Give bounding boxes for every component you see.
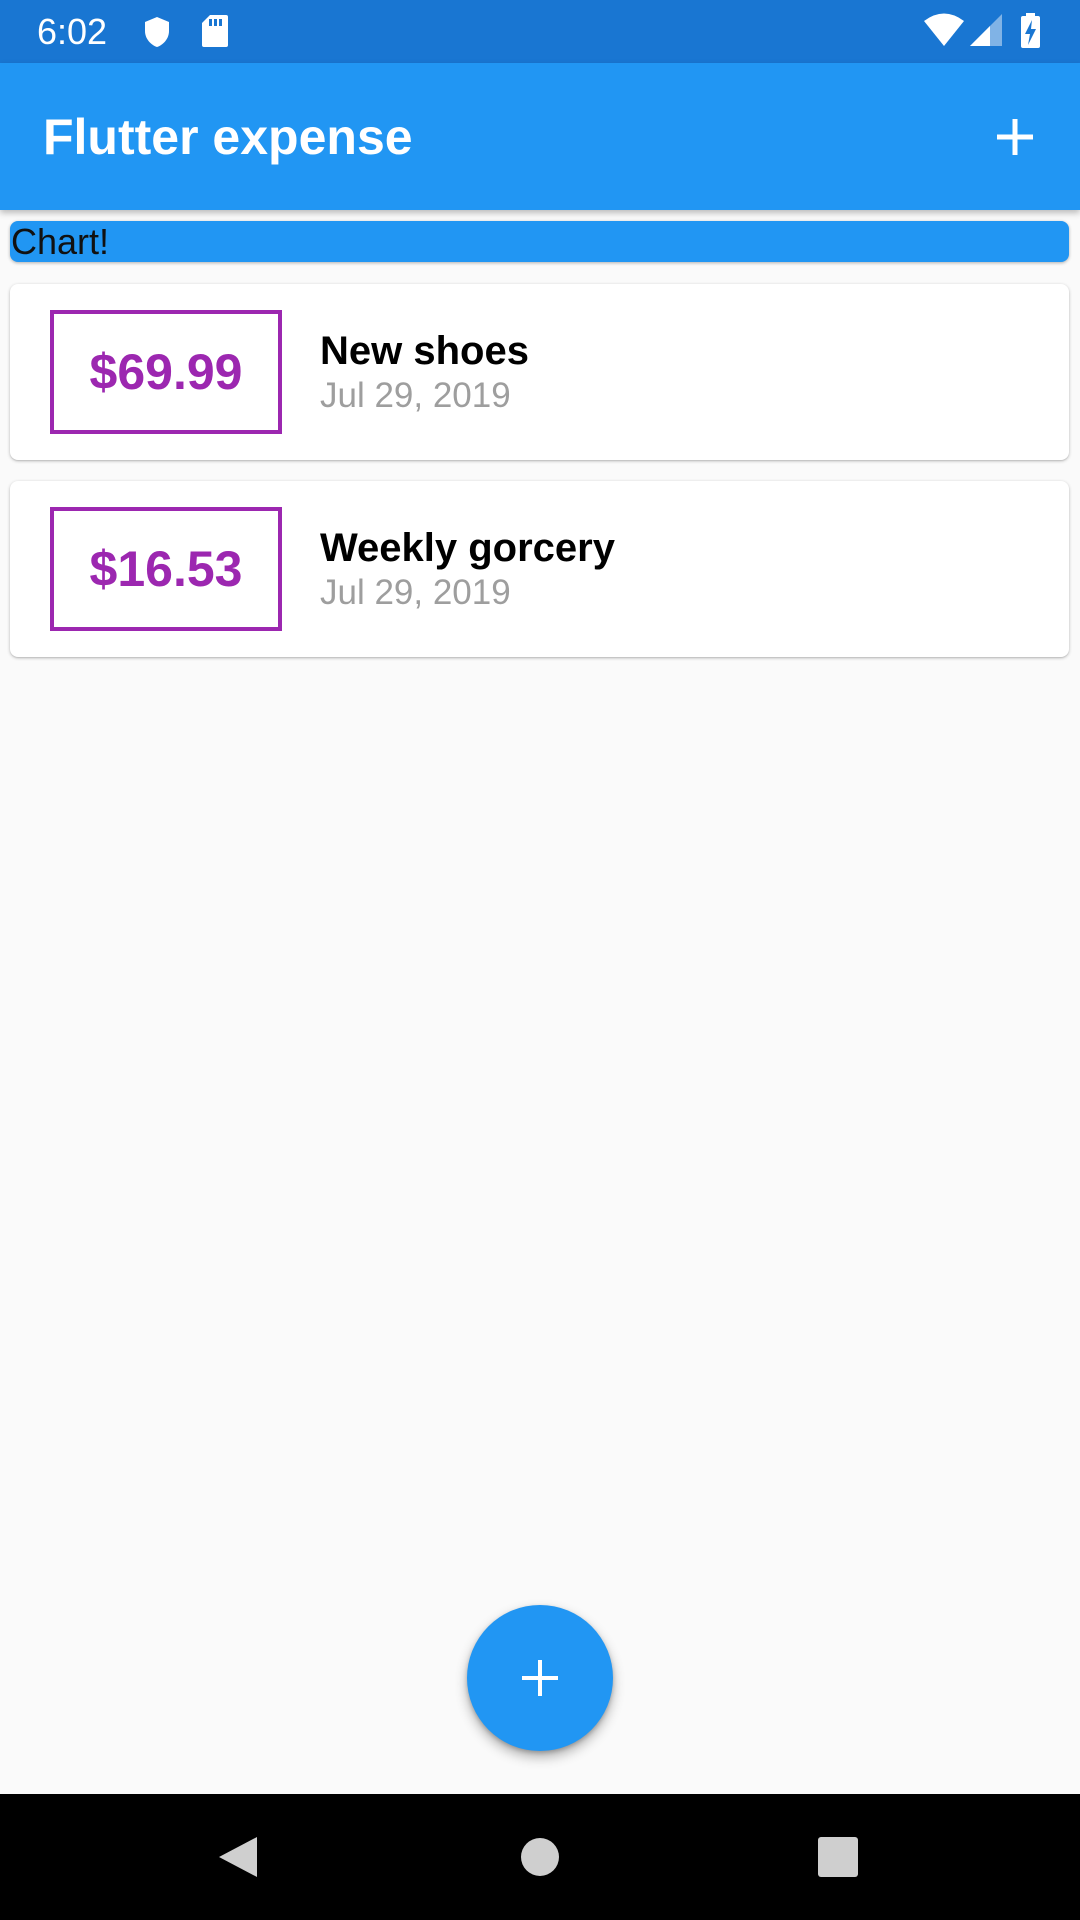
transaction-date: Jul 29, 2019	[320, 376, 511, 415]
add-transaction-fab[interactable]	[467, 1605, 613, 1751]
transaction-title: Weekly gorcery	[320, 526, 615, 570]
amount-box: $69.99	[50, 310, 282, 434]
status-bar: 6:02	[0, 0, 1080, 63]
transaction-amount: $69.99	[89, 344, 243, 400]
shield-icon	[145, 17, 169, 47]
status-time: 6:02	[37, 11, 108, 52]
signal-icon	[970, 14, 1002, 46]
chart-label: Chart!	[11, 221, 110, 262]
transaction-title: New shoes	[320, 329, 529, 373]
recents-icon[interactable]	[808, 1827, 868, 1887]
transaction-amount: $16.53	[89, 541, 243, 597]
app-screen: 6:02 Flutter expense Chart! $69.99 New s…	[0, 0, 1080, 1920]
transaction-date: Jul 29, 2019	[320, 573, 511, 612]
app-title: Flutter expense	[43, 109, 413, 165]
add-icon[interactable]	[987, 109, 1043, 165]
home-icon[interactable]	[510, 1827, 570, 1887]
back-icon[interactable]	[209, 1827, 269, 1887]
add-icon	[522, 1660, 558, 1696]
battery-charging-icon	[1021, 13, 1040, 48]
chart-card: Chart!	[10, 221, 1069, 262]
sd-card-icon	[202, 15, 228, 47]
amount-box: $16.53	[50, 507, 282, 631]
transaction-card: $16.53 Weekly gorcery Jul 29, 2019	[10, 481, 1069, 657]
app-bar: Flutter expense	[0, 63, 1080, 210]
transaction-card: $69.99 New shoes Jul 29, 2019	[10, 284, 1069, 460]
wifi-icon	[924, 13, 964, 46]
navigation-bar	[0, 1794, 1080, 1920]
